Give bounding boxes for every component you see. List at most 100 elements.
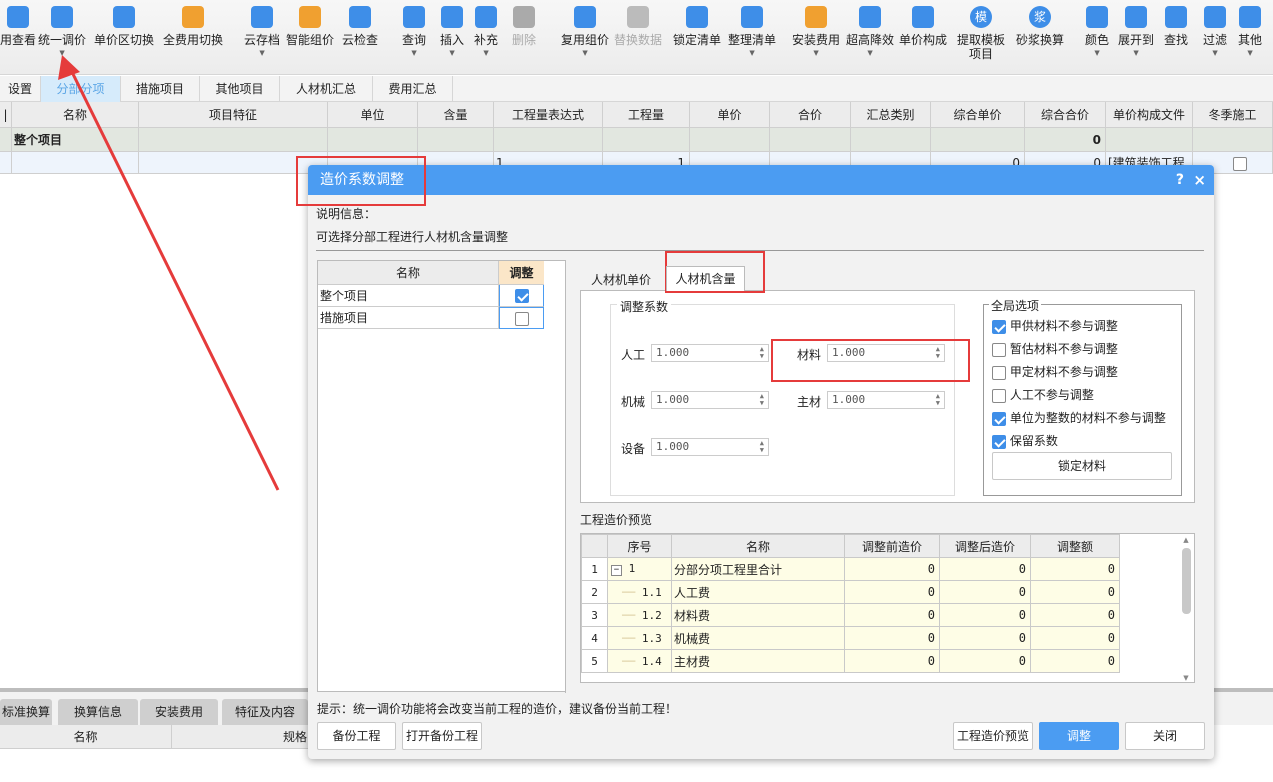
grid-row1-cell[interactable]: 0: [1025, 128, 1106, 152]
winter-construction-checkbox[interactable]: [1233, 156, 1247, 171]
option-checkbox[interactable]: [992, 434, 1006, 449]
grid-header[interactable]: 工程量表达式: [494, 102, 603, 128]
chevron-down-icon[interactable]: ▼: [483, 49, 488, 57]
adjust-button[interactable]: 调整: [1039, 722, 1119, 750]
part-row-checkbox[interactable]: [514, 288, 529, 303]
toolbar-view-button[interactable]: 用查看: [0, 6, 36, 47]
toolbar-extract-template-button[interactable]: 模提取模板 项目: [957, 6, 1005, 61]
chevron-down-icon[interactable]: ▼: [449, 49, 454, 57]
grid-header[interactable]: 汇总类别: [851, 102, 931, 128]
grid-row1-cell[interactable]: [494, 128, 603, 152]
global-option[interactable]: 人工不参与调整: [992, 386, 1094, 403]
bottom-tab-features[interactable]: 特征及内容: [222, 699, 308, 725]
grid-row1-cell[interactable]: [931, 128, 1025, 152]
grid-row1-cell[interactable]: [851, 128, 931, 152]
tab-cost-summary[interactable]: 费用汇总: [373, 76, 453, 102]
part-row-checkbox[interactable]: [514, 311, 529, 326]
help-icon[interactable]: ?: [1176, 165, 1184, 195]
grid-header[interactable]: 单位: [328, 102, 418, 128]
toolbar-full-cost-switch-button[interactable]: 全费用切换: [163, 6, 223, 47]
grid-row1-cell[interactable]: [603, 128, 690, 152]
grid-row2-cell[interactable]: [12, 152, 139, 174]
labor-coef-input[interactable]: 1.000 ▲ ▼: [651, 344, 769, 362]
bottom-tab-install-cost[interactable]: 安装费用: [140, 699, 218, 725]
equipment-coef-input[interactable]: 1.000 ▲ ▼: [651, 438, 769, 456]
tab-unit-price[interactable]: 人材机单价: [591, 269, 651, 291]
grid-header[interactable]: 单价构成文件: [1106, 102, 1193, 128]
grid-header[interactable]: 单价: [690, 102, 770, 128]
global-option[interactable]: 单位为整数的材料不参与调整: [992, 409, 1166, 426]
toolbar-unified-price-adjust-button[interactable]: 统一调价 ▼: [38, 6, 86, 57]
preview-scrollbar[interactable]: ▲ ▼: [1180, 536, 1192, 682]
grid-row1-cell[interactable]: [328, 128, 418, 152]
grid-header[interactable]: 名称: [12, 102, 139, 128]
main-material-coef-input[interactable]: 1.000 ▲ ▼: [827, 391, 945, 409]
global-option[interactable]: 暂估材料不参与调整: [992, 340, 1118, 357]
spinner-arrows-icon[interactable]: ▲ ▼: [760, 440, 764, 454]
option-checkbox[interactable]: [992, 365, 1006, 380]
grid-row2-cell[interactable]: [0, 152, 12, 174]
spinner-arrows-icon[interactable]: ▲ ▼: [936, 393, 940, 407]
chevron-down-icon[interactable]: ▼: [1133, 49, 1138, 57]
toolbar-other-button[interactable]: 其他 ▼: [1238, 6, 1262, 57]
chevron-down-icon[interactable]: ▼: [259, 49, 264, 57]
preview-cost-button[interactable]: 工程造价预览: [953, 722, 1033, 750]
scroll-up-icon[interactable]: ▲: [1180, 536, 1192, 544]
toolbar-insert-button[interactable]: 插入 ▼: [440, 6, 464, 57]
toolbar-unit-price-zone-switch-button[interactable]: 单价区切换: [94, 6, 154, 47]
grid-header[interactable]: |: [0, 102, 12, 128]
scroll-down-icon[interactable]: ▼: [1180, 674, 1192, 682]
preview-row[interactable]: 3 ── 1.2 材料费 0 0 0: [581, 603, 1120, 627]
grid-row1-cell[interactable]: [139, 128, 328, 152]
grid-row1-cell[interactable]: [0, 128, 12, 152]
chevron-down-icon[interactable]: ▼: [59, 49, 64, 57]
toolbar-find-button[interactable]: 查找: [1164, 6, 1188, 47]
scroll-thumb[interactable]: [1181, 548, 1191, 614]
chevron-down-icon[interactable]: ▼: [749, 49, 754, 57]
preview-row[interactable]: 2 ── 1.1 人工费 0 0 0: [581, 580, 1120, 604]
grid-row1-cell[interactable]: 整个项目: [12, 128, 139, 152]
chevron-down-icon[interactable]: ▼: [582, 49, 587, 57]
toolbar-query-button[interactable]: 查询 ▼: [402, 6, 426, 57]
close-button[interactable]: 关闭: [1125, 722, 1205, 750]
grid-header[interactable]: 综合合价: [1025, 102, 1106, 128]
grid-header[interactable]: 工程量: [603, 102, 690, 128]
option-checkbox[interactable]: [992, 319, 1006, 334]
bottom-tab-standard-conversion[interactable]: 标准换算: [0, 699, 52, 725]
collapse-icon[interactable]: −: [611, 565, 622, 576]
toolbar-replace-data-button[interactable]: 替换数据: [614, 6, 662, 47]
tab-fenbufenxiang[interactable]: 分部分项: [41, 76, 121, 102]
toolbar-expand-to-button[interactable]: 展开到 ▼: [1118, 6, 1154, 57]
toolbar-mortar-conversion-button[interactable]: 浆砂浆换算: [1016, 6, 1064, 47]
toolbar-install-cost-button[interactable]: 安装费用 ▼: [792, 6, 840, 57]
toolbar-color-button[interactable]: 颜色 ▼: [1085, 6, 1109, 57]
machinery-coef-input[interactable]: 1.000 ▲ ▼: [651, 391, 769, 409]
part-row-name[interactable]: 整个项目: [318, 285, 499, 307]
dialog-titlebar[interactable]: 造价系数调整 ? ×: [308, 165, 1214, 195]
chevron-down-icon[interactable]: ▼: [411, 49, 416, 57]
spinner-arrows-icon[interactable]: ▲ ▼: [760, 346, 764, 360]
global-option[interactable]: 甲供材料不参与调整: [992, 317, 1118, 334]
toolbar-cloud-check-button[interactable]: 云检查: [342, 6, 378, 47]
preview-row[interactable]: 1− 1 分部分项工程里合计 0 0 0: [581, 557, 1120, 581]
grid-row1-cell[interactable]: [1106, 128, 1193, 152]
chevron-down-icon[interactable]: ▼: [1094, 49, 1099, 57]
chevron-down-icon[interactable]: ▼: [813, 49, 818, 57]
option-checkbox[interactable]: [992, 388, 1006, 403]
grid-header[interactable]: 冬季施工: [1193, 102, 1273, 128]
global-option[interactable]: 甲定材料不参与调整: [992, 363, 1118, 380]
tab-settings[interactable]: 设置: [0, 76, 41, 102]
open-backup-button[interactable]: 打开备份工程: [402, 722, 482, 750]
lock-material-button[interactable]: 锁定材料: [992, 452, 1172, 480]
tab-other-items[interactable]: 其他项目: [200, 76, 280, 102]
grid-row1-cell[interactable]: [418, 128, 494, 152]
toolbar-organize-list-button[interactable]: 整理清单 ▼: [728, 6, 776, 57]
chevron-down-icon[interactable]: ▼: [1247, 49, 1252, 57]
spinner-arrows-icon[interactable]: ▲ ▼: [760, 393, 764, 407]
toolbar-filter-button[interactable]: 过滤 ▼: [1203, 6, 1227, 57]
grid-row1-cell[interactable]: [1193, 128, 1273, 152]
toolbar-cloud-archive-button[interactable]: 云存档 ▼: [244, 6, 280, 57]
global-option[interactable]: 保留系数: [992, 432, 1058, 449]
bottom-tab-conversion-info[interactable]: 换算信息: [58, 699, 138, 725]
backup-project-button[interactable]: 备份工程: [317, 722, 396, 750]
